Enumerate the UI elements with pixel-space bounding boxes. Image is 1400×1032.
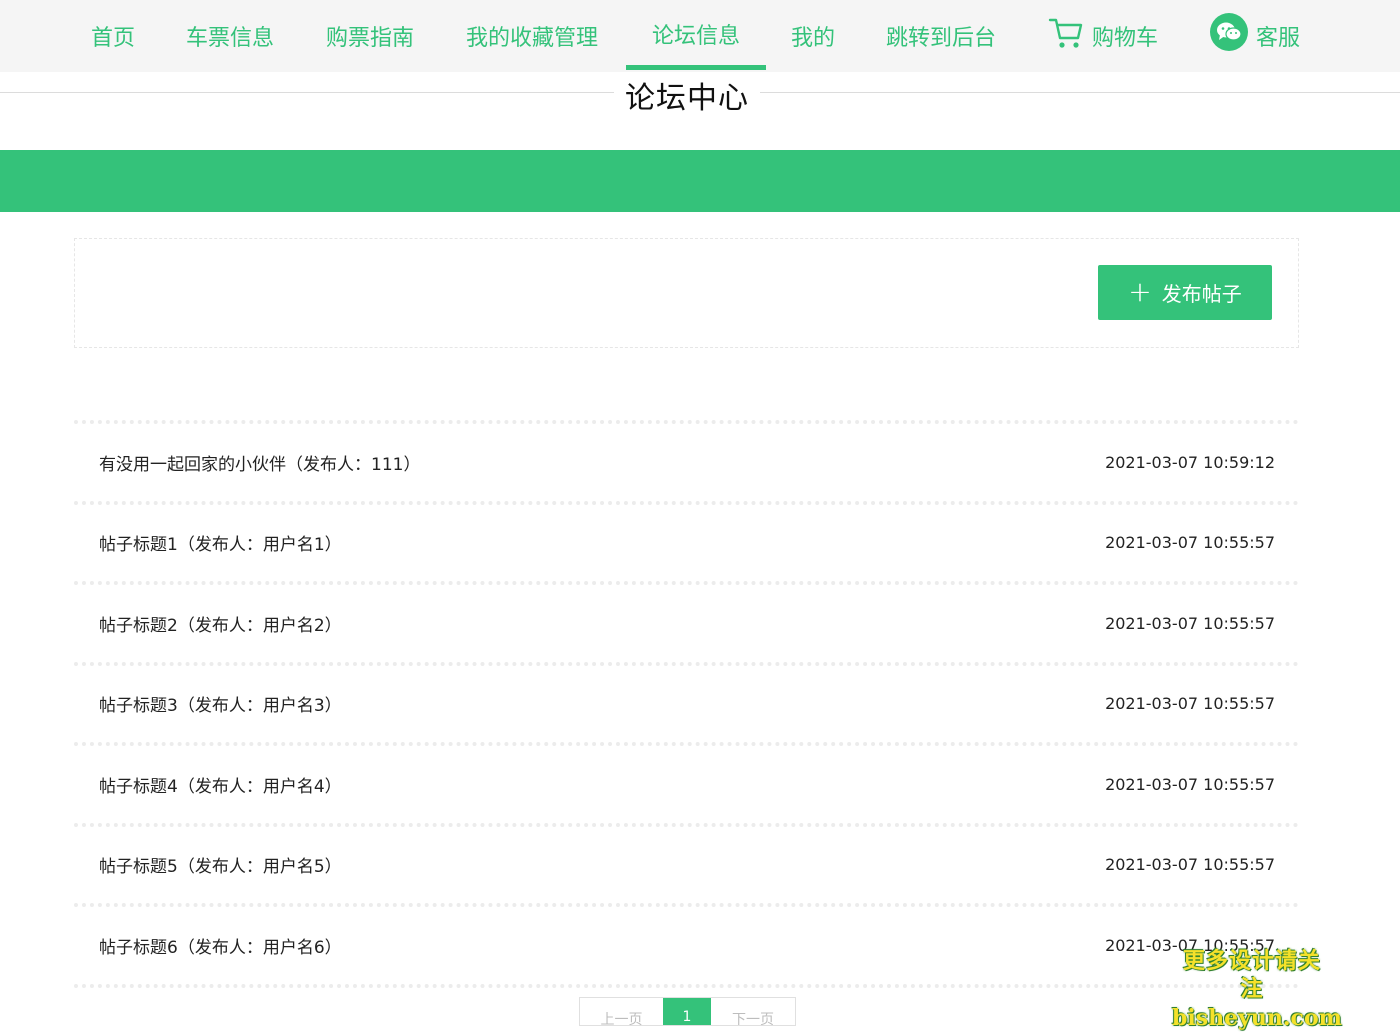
nav-label: 购物车: [1092, 26, 1159, 51]
list-item[interactable]: 帖子标题4（发布人：用户名4） 2021-03-07 10:55:57: [74, 742, 1299, 823]
next-page-button[interactable]: 下一页: [711, 998, 795, 1025]
watermark-line2: bisheyun.com: [1172, 1005, 1342, 1031]
list-item[interactable]: 有没用一起回家的小伙伴（发布人：111） 2021-03-07 10:59:12: [74, 420, 1299, 501]
post-title: 帖子标题4（发布人：用户名4）: [99, 776, 342, 797]
list-item[interactable]: 帖子标题3（发布人：用户名3） 2021-03-07 10:55:57: [74, 661, 1299, 743]
top-nav: 首页 车票信息 购票指南 我的收藏管理 论坛信息 我的 跳转到后台 购物车 客服: [0, 0, 1400, 72]
nav-label: 跳转到后台: [886, 26, 997, 51]
post-time: 2021-03-07 10:55:57: [1105, 533, 1275, 553]
nav-home[interactable]: 首页: [91, 0, 135, 72]
list-item[interactable]: 帖子标题1（发布人：用户名1） 2021-03-07 10:55:57: [74, 500, 1299, 582]
page-number-button[interactable]: 1: [663, 998, 711, 1025]
list-item[interactable]: 帖子标题5（发布人：用户名5） 2021-03-07 10:55:57: [74, 822, 1299, 904]
wechat-icon: [1210, 13, 1248, 51]
banner-band: [0, 150, 1400, 212]
nav-label: 我的收藏管理: [466, 26, 599, 51]
nav-label: 我的: [791, 26, 836, 51]
post-time: 2021-03-07 10:59:12: [1105, 452, 1275, 472]
nav-favorites[interactable]: 我的收藏管理: [466, 0, 598, 72]
publish-post-button[interactable]: + 发布帖子: [1098, 265, 1272, 320]
page-title: 论坛中心: [625, 81, 749, 116]
post-time: 2021-03-07 10:55:57: [1105, 694, 1275, 714]
nav-mine[interactable]: 我的: [791, 0, 835, 72]
list-divider: [74, 983, 1299, 988]
nav-label: 论坛信息: [651, 24, 740, 49]
post-time: 2021-03-07 10:55:57: [1105, 613, 1275, 633]
post-time: 2021-03-07 10:55:57: [1105, 855, 1275, 875]
post-list: 有没用一起回家的小伙伴（发布人：111） 2021-03-07 10:59:12…: [74, 420, 1299, 988]
post-title: 帖子标题2（发布人：用户名2）: [99, 615, 342, 636]
nav-ticket-guide[interactable]: 购票指南: [326, 0, 414, 72]
nav-ticket-info[interactable]: 车票信息: [186, 0, 274, 72]
prev-page-button[interactable]: 上一页: [580, 998, 663, 1025]
pagination: 上一页 1 下一页: [579, 997, 796, 1026]
page-title-wrap: 论坛中心: [614, 72, 760, 118]
nav-label: 首页: [91, 26, 136, 51]
cart-icon: [1048, 18, 1083, 48]
post-time: 2021-03-07 10:55:57: [1105, 774, 1275, 794]
post-title: 有没用一起回家的小伙伴（发布人：111）: [99, 454, 421, 475]
watermark: 更多设计请关注 bisheyun.com: [1172, 948, 1342, 1032]
watermark-line1: 更多设计请关注: [1182, 949, 1321, 1002]
list-item[interactable]: 帖子标题6（发布人：用户名6） 2021-03-07 10:55:57: [74, 903, 1299, 984]
plus-icon: +: [1128, 274, 1152, 308]
nav-label: 购票指南: [326, 26, 415, 51]
post-title: 帖子标题1（发布人：用户名1）: [99, 535, 342, 556]
nav-forum[interactable]: 论坛信息: [626, 0, 766, 72]
nav-admin[interactable]: 跳转到后台: [886, 0, 996, 72]
nav-customer-service[interactable]: 客服: [1210, 0, 1300, 72]
publish-label: 发布帖子: [1161, 282, 1242, 306]
post-title: 帖子标题3（发布人：用户名3）: [99, 696, 342, 717]
post-title: 帖子标题5（发布人：用户名5）: [99, 857, 342, 878]
post-title: 帖子标题6（发布人：用户名6）: [99, 937, 342, 958]
nav-label: 车票信息: [186, 26, 275, 51]
nav-cart[interactable]: 购物车: [1048, 0, 1158, 72]
nav-label: 客服: [1256, 26, 1301, 51]
list-item[interactable]: 帖子标题2（发布人：用户名2） 2021-03-07 10:55:57: [74, 581, 1299, 662]
